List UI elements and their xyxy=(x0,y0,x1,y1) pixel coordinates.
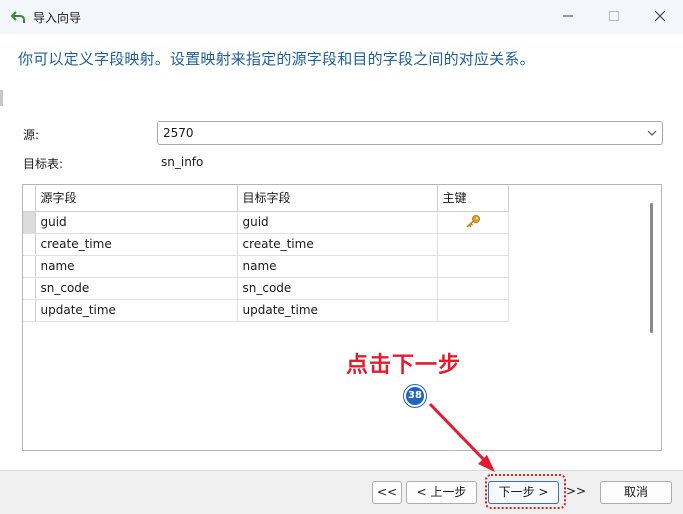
pointer-arrow-icon xyxy=(428,402,495,472)
